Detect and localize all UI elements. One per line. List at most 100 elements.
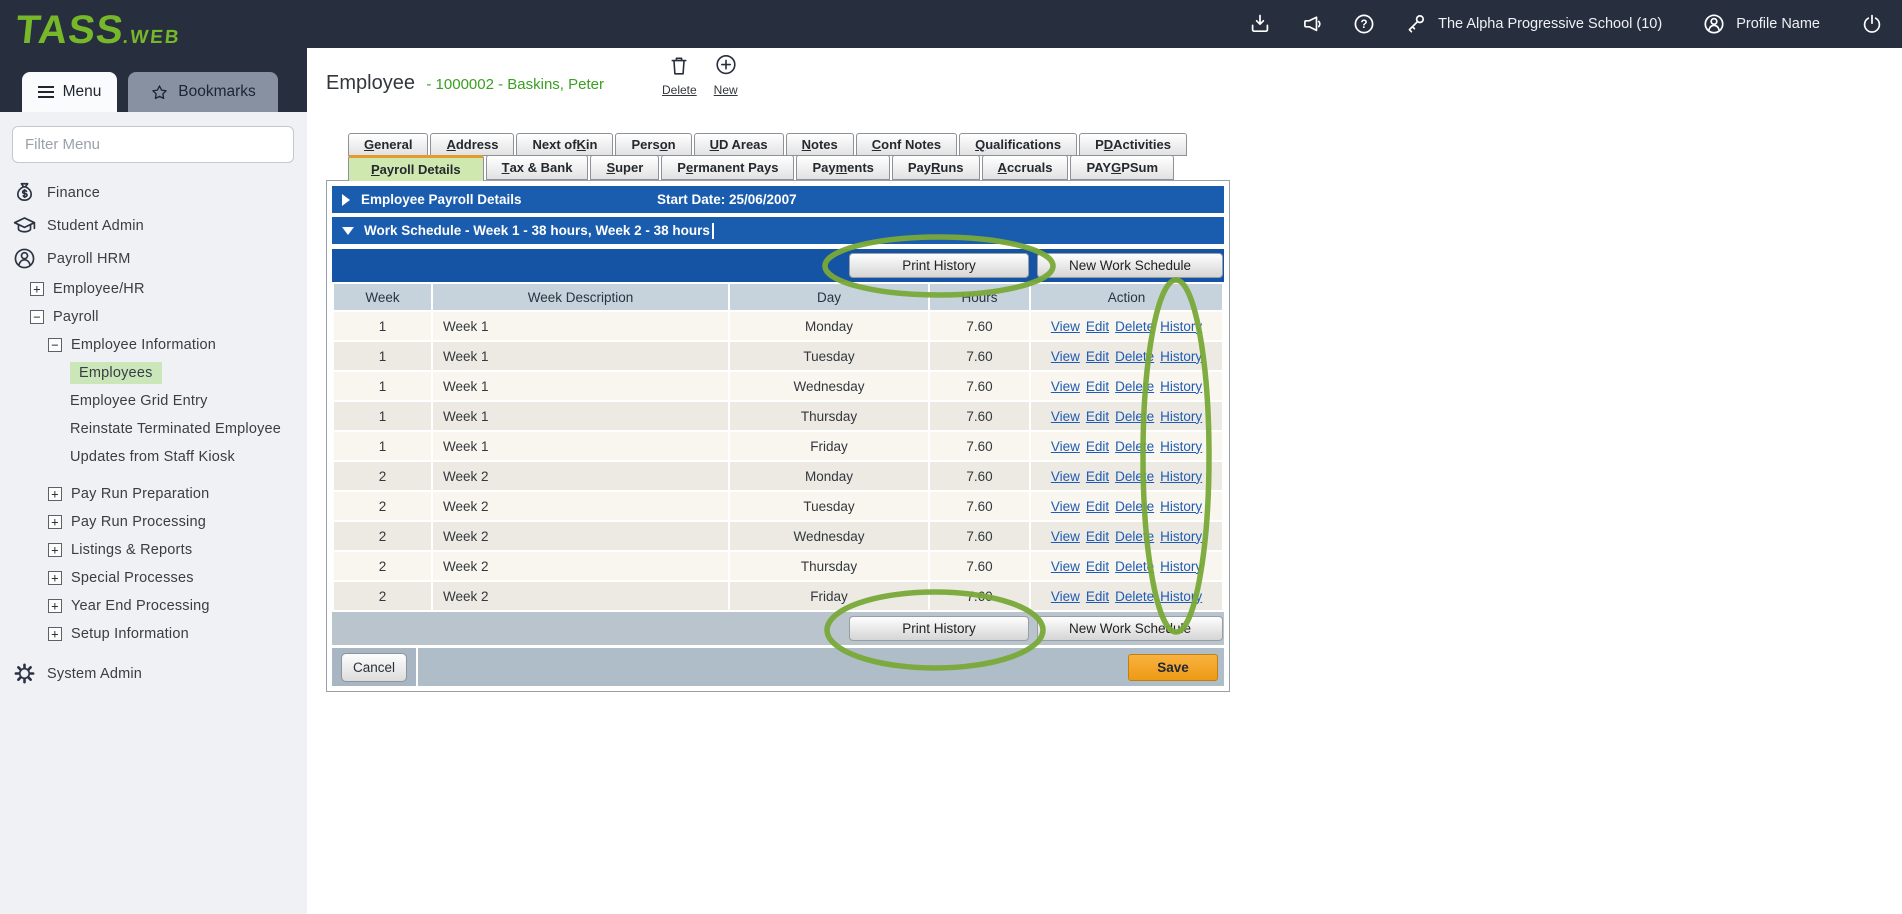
- action-link-history[interactable]: History: [1160, 529, 1202, 544]
- action-link-delete[interactable]: Delete: [1115, 349, 1154, 364]
- megaphone-icon[interactable]: [1300, 12, 1324, 36]
- tab-general[interactable]: General: [348, 133, 428, 156]
- action-link-view[interactable]: View: [1051, 319, 1080, 334]
- power-icon[interactable]: [1860, 12, 1884, 36]
- tab-qualifications[interactable]: Qualifications: [959, 133, 1077, 156]
- action-link-history[interactable]: History: [1160, 499, 1202, 514]
- sidebar-item-pay-run-processing[interactable]: +Pay Run Processing: [0, 508, 307, 536]
- action-link-view[interactable]: View: [1051, 439, 1080, 454]
- tab-pd-activities[interactable]: PD Activities: [1079, 133, 1187, 156]
- expand-icon[interactable]: +: [48, 599, 62, 613]
- action-link-view[interactable]: View: [1051, 559, 1080, 574]
- tab-person[interactable]: Person: [615, 133, 691, 156]
- tab-tax-bank[interactable]: Tax & Bank: [486, 155, 589, 180]
- delete-button[interactable]: Delete: [662, 53, 697, 97]
- tab-super[interactable]: Super: [590, 155, 659, 180]
- profile-menu[interactable]: Profile Name: [1702, 12, 1820, 36]
- action-link-history[interactable]: History: [1160, 379, 1202, 394]
- action-link-view[interactable]: View: [1051, 529, 1080, 544]
- action-link-history[interactable]: History: [1160, 469, 1202, 484]
- tab-payments[interactable]: Payments: [796, 155, 889, 180]
- tab-accruals[interactable]: Accruals: [982, 155, 1069, 180]
- action-link-delete[interactable]: Delete: [1115, 499, 1154, 514]
- new-button[interactable]: New: [713, 53, 739, 97]
- tab-payroll-details[interactable]: Payroll Details: [348, 155, 484, 181]
- save-button[interactable]: Save: [1128, 654, 1218, 681]
- sidebar-item-employee-grid-entry[interactable]: Employee Grid Entry: [0, 387, 307, 415]
- action-link-edit[interactable]: Edit: [1086, 349, 1109, 364]
- action-link-history[interactable]: History: [1160, 559, 1202, 574]
- tab-address[interactable]: Address: [430, 133, 514, 156]
- sidebar-item-payroll-hrm[interactable]: Payroll HRM: [0, 242, 307, 275]
- action-link-delete[interactable]: Delete: [1115, 529, 1154, 544]
- action-link-edit[interactable]: Edit: [1086, 469, 1109, 484]
- sidebar-item-student-admin[interactable]: Student Admin: [0, 209, 307, 242]
- action-link-delete[interactable]: Delete: [1115, 469, 1154, 484]
- action-link-view[interactable]: View: [1051, 589, 1080, 604]
- sidebar-item-employee-information[interactable]: −Employee Information: [0, 331, 307, 359]
- cancel-button[interactable]: Cancel: [341, 653, 407, 682]
- expand-icon[interactable]: +: [48, 627, 62, 641]
- action-link-edit[interactable]: Edit: [1086, 409, 1109, 424]
- action-link-history[interactable]: History: [1160, 589, 1202, 604]
- action-link-history[interactable]: History: [1160, 349, 1202, 364]
- menu-button[interactable]: Menu: [22, 72, 117, 112]
- sidebar-item-system-admin[interactable]: System Admin: [0, 657, 307, 690]
- section-header-employee-payroll-details[interactable]: Employee Payroll Details Start Date: 25/…: [332, 186, 1224, 213]
- print-history-button-bottom[interactable]: Print History: [849, 616, 1029, 641]
- tab-notes[interactable]: Notes: [786, 133, 854, 156]
- action-link-delete[interactable]: Delete: [1115, 319, 1154, 334]
- print-history-button-top[interactable]: Print History: [849, 253, 1029, 278]
- action-link-edit[interactable]: Edit: [1086, 499, 1109, 514]
- action-link-view[interactable]: View: [1051, 349, 1080, 364]
- collapse-icon[interactable]: −: [30, 310, 44, 324]
- bookmarks-button[interactable]: Bookmarks: [128, 72, 278, 112]
- action-link-delete[interactable]: Delete: [1115, 589, 1154, 604]
- expand-icon[interactable]: +: [48, 487, 62, 501]
- sidebar-item-employee-hr[interactable]: +Employee/HR: [0, 275, 307, 303]
- tab-pay-runs[interactable]: Pay Runs: [892, 155, 980, 180]
- tab-permanent-pays[interactable]: Permanent Pays: [661, 155, 794, 180]
- sidebar-item-finance[interactable]: Finance: [0, 176, 307, 209]
- action-link-edit[interactable]: Edit: [1086, 439, 1109, 454]
- sidebar-item-reinstate-terminated-employee[interactable]: Reinstate Terminated Employee: [0, 415, 307, 443]
- filter-menu-input[interactable]: [12, 126, 294, 163]
- sidebar-item-pay-run-preparation[interactable]: +Pay Run Preparation: [0, 480, 307, 508]
- action-link-history[interactable]: History: [1160, 439, 1202, 454]
- action-link-history[interactable]: History: [1160, 409, 1202, 424]
- action-link-delete[interactable]: Delete: [1115, 439, 1154, 454]
- action-link-delete[interactable]: Delete: [1115, 379, 1154, 394]
- sidebar-item-special-processes[interactable]: +Special Processes: [0, 564, 307, 592]
- action-link-view[interactable]: View: [1051, 409, 1080, 424]
- download-icon[interactable]: [1248, 12, 1272, 36]
- sidebar-item-year-end-processing[interactable]: +Year End Processing: [0, 592, 307, 620]
- action-link-history[interactable]: History: [1160, 319, 1202, 334]
- section-header-work-schedule[interactable]: Work Schedule - Week 1 - 38 hours, Week …: [332, 217, 1224, 244]
- new-work-schedule-button-bottom[interactable]: New Work Schedule: [1037, 616, 1223, 641]
- tab-payg-psum[interactable]: PAYG PSum: [1070, 155, 1174, 180]
- new-work-schedule-button-top[interactable]: New Work Schedule: [1037, 253, 1223, 278]
- action-link-edit[interactable]: Edit: [1086, 379, 1109, 394]
- school-selector[interactable]: The Alpha Progressive School (10): [1404, 12, 1662, 36]
- tab-ud-areas[interactable]: UD Areas: [694, 133, 784, 156]
- expand-icon[interactable]: +: [48, 571, 62, 585]
- expand-icon[interactable]: +: [48, 543, 62, 557]
- action-link-delete[interactable]: Delete: [1115, 559, 1154, 574]
- tab-conf-notes[interactable]: Conf Notes: [856, 133, 957, 156]
- action-link-view[interactable]: View: [1051, 469, 1080, 484]
- sidebar-item-employees[interactable]: Employees: [0, 359, 307, 387]
- action-link-view[interactable]: View: [1051, 379, 1080, 394]
- action-link-edit[interactable]: Edit: [1086, 559, 1109, 574]
- expand-icon[interactable]: +: [48, 515, 62, 529]
- sidebar-item-listings-reports[interactable]: +Listings & Reports: [0, 536, 307, 564]
- tab-next-of-kin[interactable]: Next of Kin: [516, 133, 613, 156]
- sidebar-item-updates-from-staff-kiosk[interactable]: Updates from Staff Kiosk: [0, 443, 307, 471]
- action-link-view[interactable]: View: [1051, 499, 1080, 514]
- expand-icon[interactable]: +: [30, 282, 44, 296]
- collapse-icon[interactable]: −: [48, 338, 62, 352]
- action-link-edit[interactable]: Edit: [1086, 589, 1109, 604]
- help-icon[interactable]: ?: [1352, 12, 1376, 36]
- sidebar-item-setup-information[interactable]: +Setup Information: [0, 620, 307, 648]
- action-link-edit[interactable]: Edit: [1086, 529, 1109, 544]
- action-link-edit[interactable]: Edit: [1086, 319, 1109, 334]
